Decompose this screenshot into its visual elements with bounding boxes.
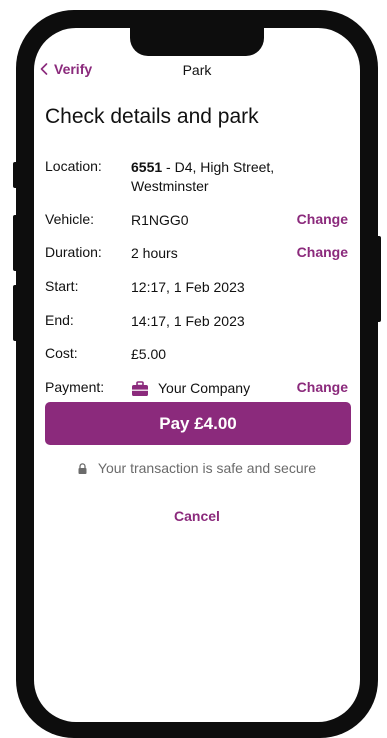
lock-icon [78, 462, 87, 474]
cost-value: £5.00 [131, 346, 167, 362]
duration-label: Duration: [45, 244, 102, 260]
location-value: 6551 - D4, High Street, Westminster [131, 158, 274, 196]
change-duration-button[interactable]: Change [297, 244, 348, 260]
change-vehicle-button[interactable]: Change [297, 211, 348, 227]
secure-notice: Your transaction is safe and secure [34, 460, 360, 476]
phone-notch [130, 28, 264, 56]
vehicle-value: R1NGG0 [131, 212, 189, 228]
page-title: Check details and park [45, 105, 259, 128]
start-label: Start: [45, 278, 79, 294]
nav-title: Park [182, 62, 212, 78]
change-payment-button[interactable]: Change [297, 379, 348, 395]
end-label: End: [45, 312, 74, 328]
end-value: 14:17, 1 Feb 2023 [131, 313, 245, 329]
cost-label: Cost: [45, 345, 78, 361]
phone-screen: Verify Park Check details and park Locat… [34, 28, 360, 722]
pay-button[interactable]: Pay £4.00 [45, 402, 351, 445]
payment-method: Your Company [158, 380, 251, 396]
location-code: 6551 [131, 159, 163, 175]
duration-value: 2 hours [131, 245, 178, 261]
phone-frame: Verify Park Check details and park Locat… [16, 10, 378, 738]
payment-label: Payment: [45, 379, 105, 395]
location-text-2: Westminster [131, 178, 209, 194]
secure-text: Your transaction is safe and secure [97, 460, 317, 476]
location-text: - D4, High Street, [162, 159, 275, 175]
vehicle-label: Vehicle: [45, 211, 95, 227]
location-label: Location: [45, 158, 102, 174]
cancel-button[interactable]: Cancel [34, 508, 360, 524]
payment-value: Your Company [131, 379, 250, 398]
start-value: 12:17, 1 Feb 2023 [131, 279, 245, 295]
briefcase-icon [132, 380, 148, 396]
